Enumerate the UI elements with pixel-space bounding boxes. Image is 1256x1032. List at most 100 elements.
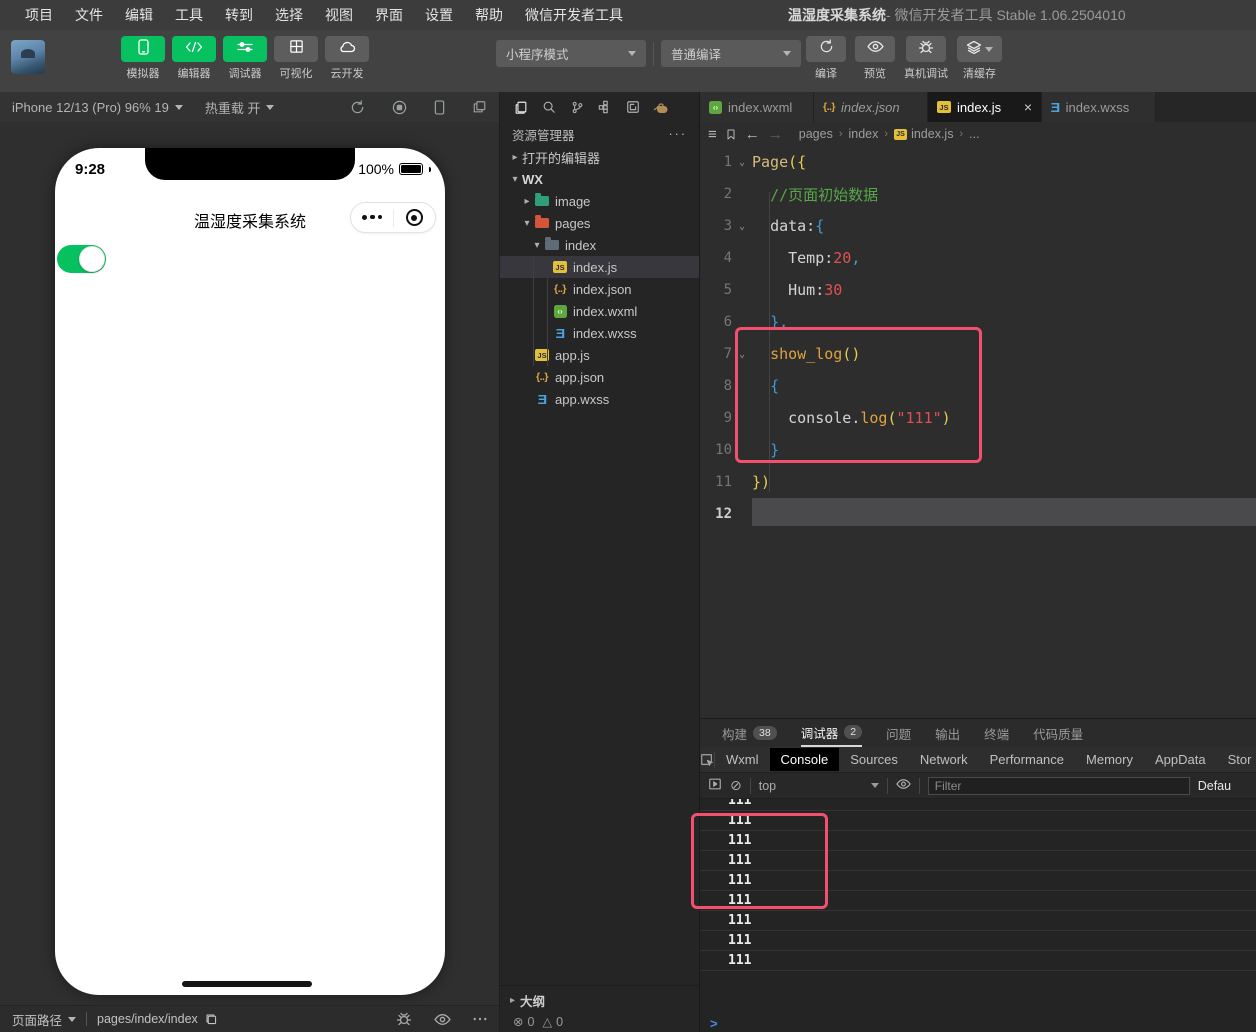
- action-button-真机调试[interactable]: 真机调试: [904, 36, 948, 81]
- panel-tab-问题[interactable]: 问题: [886, 719, 911, 747]
- code-line-7[interactable]: 7 ⌄ show_log(): [700, 338, 1256, 370]
- phone-outline-icon[interactable]: [434, 99, 445, 115]
- outline-menu-icon[interactable]: ≡: [708, 126, 717, 143]
- panel-tab-调试器[interactable]: 调试器 2: [800, 719, 863, 747]
- tree-item-index.wxss[interactable]: Ǝindex.wxss: [500, 322, 699, 344]
- toolbar-button-云开发[interactable]: 云开发: [324, 36, 370, 81]
- more-menu-button[interactable]: [351, 214, 393, 221]
- code-line-3[interactable]: 3 ⌄ data:{: [700, 210, 1256, 242]
- cascade-icon[interactable]: [472, 100, 487, 114]
- fold-chevron-icon[interactable]: ⌄: [732, 157, 752, 168]
- panel-tab-代码质量[interactable]: 代码质量: [1033, 719, 1083, 747]
- devtools-tab-Stor[interactable]: Stor: [1217, 748, 1256, 771]
- devtools-tab-Network[interactable]: Network: [909, 748, 979, 771]
- record-icon[interactable]: [392, 100, 407, 115]
- console-output[interactable]: 111 111 111 111 111 111 111 111 111: [700, 799, 1256, 1013]
- tree-item-pages[interactable]: ▾ pages: [500, 212, 699, 234]
- console-log-row[interactable]: 111: [700, 851, 1256, 871]
- more-icon[interactable]: [473, 1017, 487, 1021]
- code-line-10[interactable]: 10 }: [700, 434, 1256, 466]
- teapot-icon[interactable]: [653, 99, 669, 115]
- code-line-1[interactable]: 1 ⌄ Page({: [700, 146, 1256, 178]
- tree-item-index.json[interactable]: {..} index.json: [500, 278, 699, 300]
- devtools-tab-Sources[interactable]: Sources: [839, 748, 909, 771]
- outline-header[interactable]: ▸ 大纲: [510, 991, 689, 1010]
- files-icon[interactable]: [513, 99, 529, 115]
- panel-tab-构建[interactable]: 构建 38: [722, 719, 777, 747]
- switch-toggle-on[interactable]: [57, 245, 106, 273]
- more-actions-icon[interactable]: ···: [669, 127, 688, 141]
- console-log-row[interactable]: 111: [700, 799, 1256, 811]
- editor-tab-index.wxml[interactable]: ‹› index.wxml: [700, 92, 814, 122]
- panel-tab-输出[interactable]: 输出: [935, 719, 960, 747]
- forward-arrow-icon[interactable]: →: [768, 126, 783, 143]
- device-select[interactable]: iPhone 12/13 (Pro) 96% 19: [12, 100, 183, 115]
- page-path-label[interactable]: 页面路径: [12, 1010, 62, 1029]
- console-log-row[interactable]: 111: [700, 811, 1256, 831]
- devtools-tab-Console[interactable]: Console: [769, 748, 840, 771]
- menu-item[interactable]: 设置: [414, 5, 464, 25]
- close-icon[interactable]: ×: [1024, 99, 1032, 115]
- log-levels-select[interactable]: Defau: [1198, 779, 1231, 793]
- menu-item[interactable]: 界面: [364, 5, 414, 25]
- editor-tab-index.json[interactable]: {..} index.json: [814, 92, 928, 122]
- toolbar-button-模拟器[interactable]: 模拟器: [120, 36, 166, 81]
- tree-item-app.json[interactable]: {..} app.json: [500, 366, 699, 388]
- tree-item-app.wxss[interactable]: Ǝapp.wxss: [500, 388, 699, 410]
- devtools-tab-Wxml[interactable]: Wxml: [715, 748, 770, 771]
- bug-icon[interactable]: [396, 1011, 412, 1027]
- eye-icon[interactable]: [434, 1013, 451, 1026]
- menu-item[interactable]: 帮助: [464, 5, 514, 25]
- console-log-row[interactable]: 111: [700, 911, 1256, 931]
- code-line-4[interactable]: 4 Temp:20,: [700, 242, 1256, 274]
- editor-tab-index.wxss[interactable]: Ǝindex.wxss: [1042, 92, 1156, 122]
- exit-button[interactable]: [394, 209, 436, 226]
- action-button-预览[interactable]: 预览: [855, 36, 895, 81]
- code-line-9[interactable]: 9 console.log("111"): [700, 402, 1256, 434]
- breadcrumb-item[interactable]: index: [849, 127, 879, 141]
- editor-tab-index.js[interactable]: JS index.js ×: [928, 92, 1042, 122]
- tree-item-index[interactable]: ▾ index: [500, 234, 699, 256]
- mode-select[interactable]: 小程序模式: [496, 40, 646, 67]
- search-icon[interactable]: [541, 99, 557, 115]
- toolbar-button-可视化[interactable]: 可视化: [273, 36, 319, 81]
- console-filter-input[interactable]: [927, 776, 1190, 795]
- git-branch-icon[interactable]: [569, 99, 585, 115]
- console-log-row[interactable]: 111: [700, 891, 1256, 911]
- inspect-element-icon[interactable]: [700, 751, 715, 768]
- menu-item[interactable]: 选择: [264, 5, 314, 25]
- toolbar-button-编辑器[interactable]: 编辑器: [171, 36, 217, 81]
- context-select[interactable]: top: [759, 779, 879, 793]
- code-line-5[interactable]: 5 Hum:30: [700, 274, 1256, 306]
- devtools-tab-AppData[interactable]: AppData: [1144, 748, 1217, 771]
- bookmark-icon[interactable]: [725, 128, 737, 141]
- code-line-8[interactable]: 8 {: [700, 370, 1256, 402]
- menu-item[interactable]: 文件: [64, 5, 114, 25]
- fold-chevron-icon[interactable]: ⌄: [732, 349, 752, 360]
- console-log-row[interactable]: 111: [700, 871, 1256, 891]
- toolbar-button-调试器[interactable]: 调试器: [222, 36, 268, 81]
- compile-select[interactable]: 普通编译: [661, 40, 801, 67]
- action-button-编译[interactable]: 编译: [806, 36, 846, 81]
- menu-item[interactable]: 视图: [314, 5, 364, 25]
- menu-item[interactable]: 编辑: [114, 5, 164, 25]
- action-button-清缓存[interactable]: 清缓存: [957, 36, 1002, 81]
- console-log-row[interactable]: 111: [700, 831, 1256, 851]
- console-log-row[interactable]: 111: [700, 931, 1256, 951]
- hot-reload-toggle[interactable]: 热重载 开: [205, 98, 275, 117]
- tree-item-image[interactable]: ▸ image: [500, 190, 699, 212]
- menu-item[interactable]: 转到: [214, 5, 264, 25]
- console-log-row[interactable]: 111: [700, 951, 1256, 971]
- menu-item[interactable]: 微信开发者工具: [514, 5, 634, 25]
- code-editor[interactable]: 1 ⌄ Page({2 //页面初始数据 3 ⌄ data:{4 Temp:20, 5 H…: [700, 146, 1256, 718]
- breadcrumb-item[interactable]: JS index.js: [894, 127, 953, 141]
- eye-icon[interactable]: [896, 778, 911, 793]
- tree-item-index.js[interactable]: JS index.js: [500, 256, 699, 278]
- code-line-12[interactable]: 12: [700, 498, 1256, 530]
- sidebar-toggle-icon[interactable]: [708, 777, 722, 794]
- user-avatar[interactable]: [11, 40, 45, 74]
- code-line-2[interactable]: 2 //页面初始数据: [700, 178, 1256, 210]
- copy-icon[interactable]: [205, 1013, 218, 1026]
- breadcrumb-item[interactable]: ...: [969, 127, 979, 141]
- open-editors-section[interactable]: ▸ 打开的编辑器: [500, 146, 699, 168]
